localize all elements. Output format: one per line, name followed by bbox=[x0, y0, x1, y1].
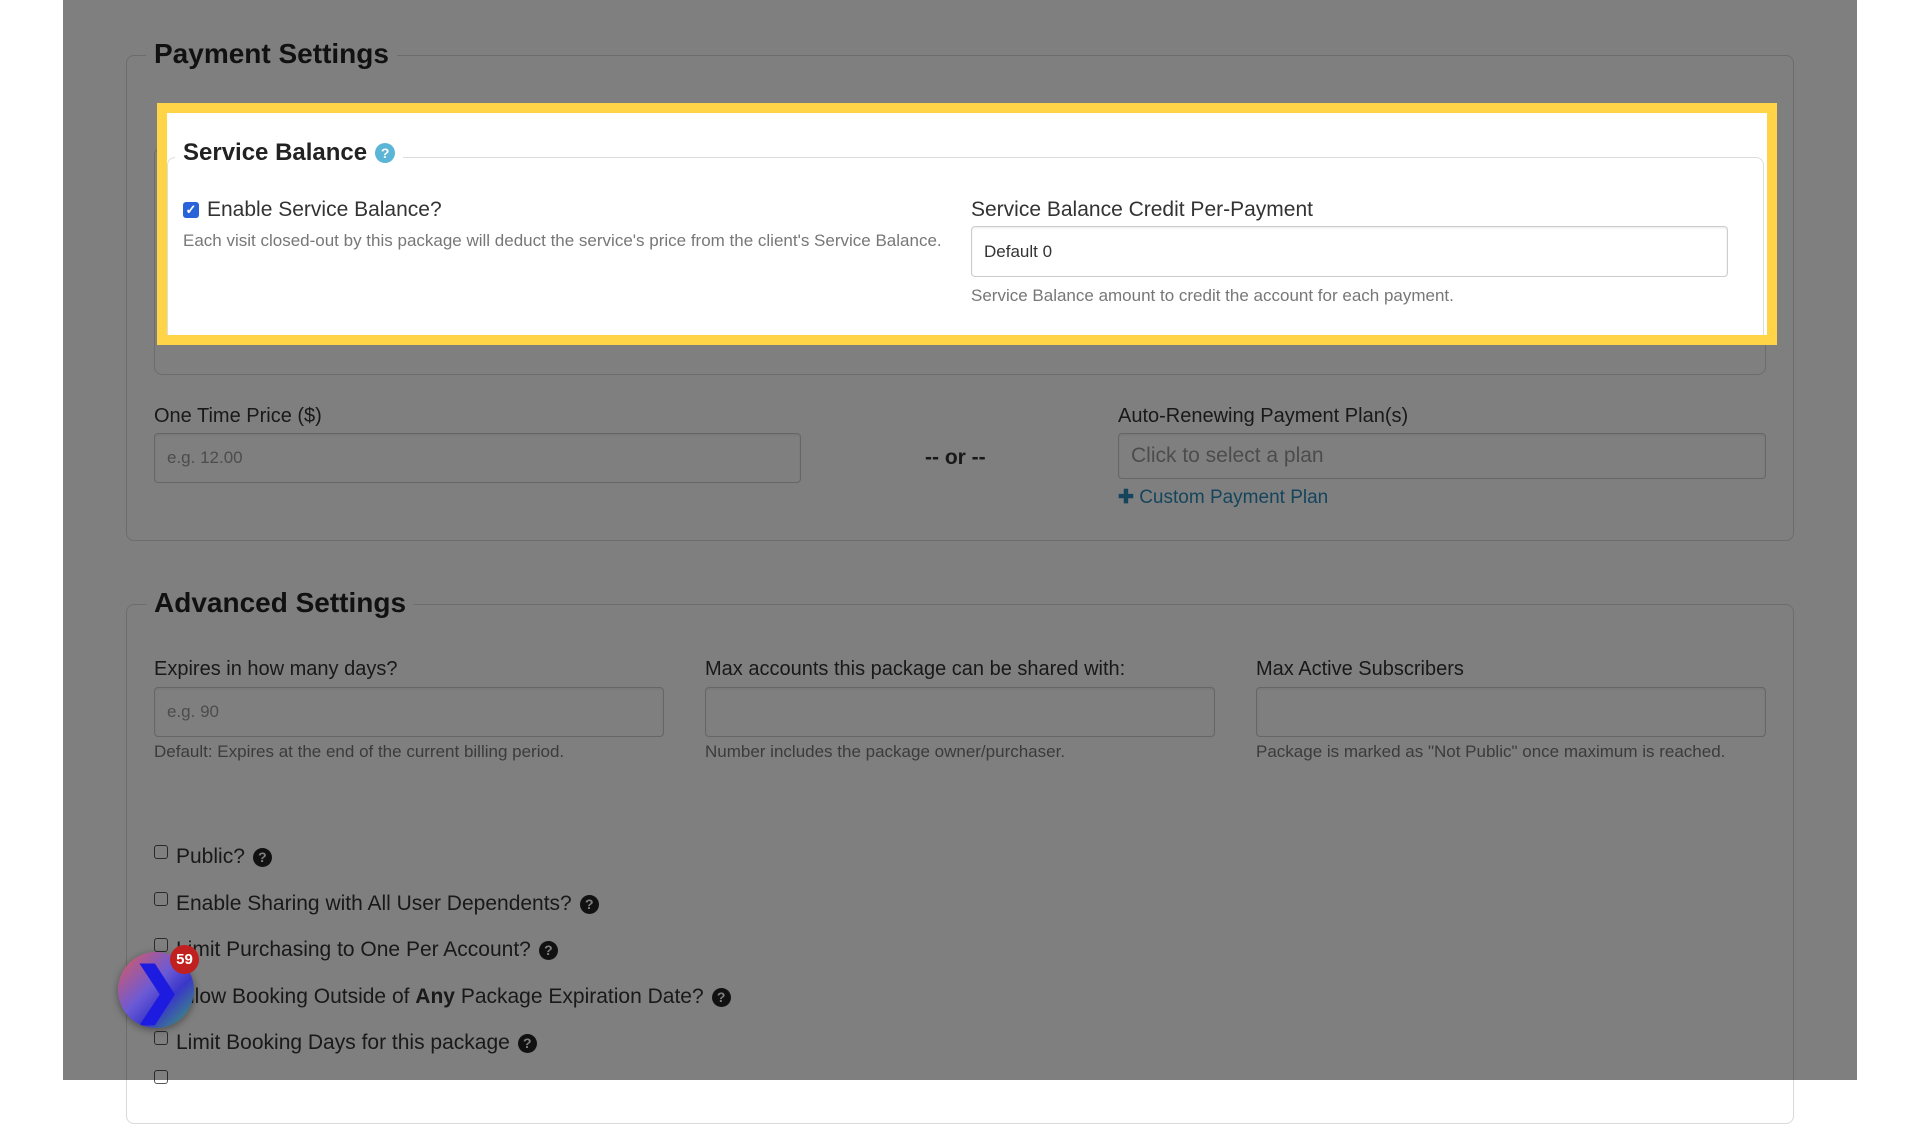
credit-per-payment-value: Default 0 bbox=[984, 241, 1053, 261]
max-accounts-label: Max accounts this package can be shared … bbox=[705, 658, 1126, 680]
service-balance-title: Service Balance? bbox=[175, 139, 404, 167]
enable-service-balance-label: Enable Service Balance? bbox=[207, 198, 442, 221]
sharing-dependents-checkbox[interactable] bbox=[154, 892, 168, 906]
next-checkbox[interactable] bbox=[154, 1070, 168, 1084]
max-subscribers-help: Package is marked as "Not Public" once m… bbox=[1256, 742, 1726, 761]
one-time-price-input[interactable]: e.g. 12.00 bbox=[154, 433, 801, 483]
max-accounts-input[interactable] bbox=[705, 687, 1215, 737]
notification-badge: 59 bbox=[170, 945, 199, 974]
question-circle-icon[interactable]: ? bbox=[375, 143, 396, 163]
question-circle-icon[interactable]: ? bbox=[579, 894, 599, 914]
allow-booking-outside-label-post: Package Expiration Date? bbox=[454, 985, 704, 1008]
sharing-dependents-label: Enable Sharing with All User Dependents? bbox=[176, 892, 572, 915]
allow-booking-outside-label-bold: Any bbox=[415, 985, 455, 1008]
expires-placeholder: e.g. 90 bbox=[167, 702, 219, 721]
enable-service-balance-checkbox[interactable]: ✓ bbox=[183, 202, 199, 218]
limit-purchasing-checkbox-row[interactable]: Limit Purchasing to One Per Account? ? bbox=[154, 938, 558, 962]
enable-service-balance-row[interactable]: ✓ Enable Service Balance? bbox=[183, 198, 442, 222]
custom-payment-plan-label: Custom Payment Plan bbox=[1139, 487, 1329, 508]
payment-plans-placeholder: Click to select a plan bbox=[1131, 444, 1324, 467]
credit-per-payment-help: Service Balance amount to credit the acc… bbox=[971, 286, 1454, 305]
or-separator: -- or -- bbox=[925, 446, 986, 469]
next-checkbox-row-partial[interactable] bbox=[154, 1070, 176, 1089]
allow-booking-outside-checkbox-row[interactable]: Allow Booking Outside of Any Package Exp… bbox=[154, 985, 731, 1009]
public-label: Public? bbox=[176, 845, 245, 868]
max-accounts-help: Number includes the package owner/purcha… bbox=[705, 742, 1066, 761]
limit-purchasing-checkbox[interactable] bbox=[154, 938, 168, 952]
service-balance-highlight: Service Balance? ✓ Enable Service Balanc… bbox=[157, 103, 1777, 345]
credit-per-payment-label: Service Balance Credit Per-Payment bbox=[971, 198, 1313, 221]
max-subscribers-label: Max Active Subscribers bbox=[1256, 658, 1464, 680]
advanced-settings-title: Advanced Settings bbox=[146, 587, 415, 619]
expires-help: Default: Expires at the end of the curre… bbox=[154, 742, 565, 761]
expires-input[interactable]: e.g. 90 bbox=[154, 687, 664, 737]
payment-plans-select[interactable]: Click to select a plan bbox=[1118, 433, 1766, 479]
enable-service-balance-help: Each visit closed-out by this package wi… bbox=[183, 231, 942, 250]
one-time-price-label: One Time Price ($) bbox=[154, 405, 322, 427]
question-circle-icon[interactable]: ? bbox=[517, 1033, 537, 1053]
allow-booking-outside-label-pre: Allow Booking Outside of bbox=[176, 985, 416, 1008]
limit-booking-days-checkbox[interactable] bbox=[154, 1031, 168, 1045]
service-balance-title-text: Service Balance bbox=[183, 139, 368, 166]
question-circle-icon[interactable]: ? bbox=[252, 847, 272, 867]
credit-per-payment-input[interactable]: Default 0 bbox=[971, 226, 1728, 277]
limit-booking-days-label: Limit Booking Days for this package bbox=[176, 1031, 510, 1054]
expires-label: Expires in how many days? bbox=[154, 658, 398, 680]
max-subscribers-input[interactable] bbox=[1256, 687, 1766, 737]
one-time-price-placeholder: e.g. 12.00 bbox=[167, 448, 243, 467]
question-circle-icon[interactable]: ? bbox=[711, 987, 731, 1007]
public-checkbox-row[interactable]: Public? ? bbox=[154, 845, 272, 869]
question-circle-icon[interactable]: ? bbox=[538, 940, 558, 960]
payment-settings-title: Payment Settings bbox=[146, 38, 397, 70]
payment-plans-label: Auto-Renewing Payment Plan(s) bbox=[1118, 405, 1409, 427]
public-checkbox[interactable] bbox=[154, 845, 168, 859]
limit-booking-days-checkbox-row[interactable]: Limit Booking Days for this package ? bbox=[154, 1031, 537, 1055]
sharing-dependents-checkbox-row[interactable]: Enable Sharing with All User Dependents?… bbox=[154, 892, 599, 916]
plus-icon: ✚ bbox=[1118, 487, 1134, 508]
custom-payment-plan-link[interactable]: ✚ Custom Payment Plan bbox=[1118, 486, 1328, 509]
limit-purchasing-label: Limit Purchasing to One Per Account? bbox=[176, 938, 531, 961]
